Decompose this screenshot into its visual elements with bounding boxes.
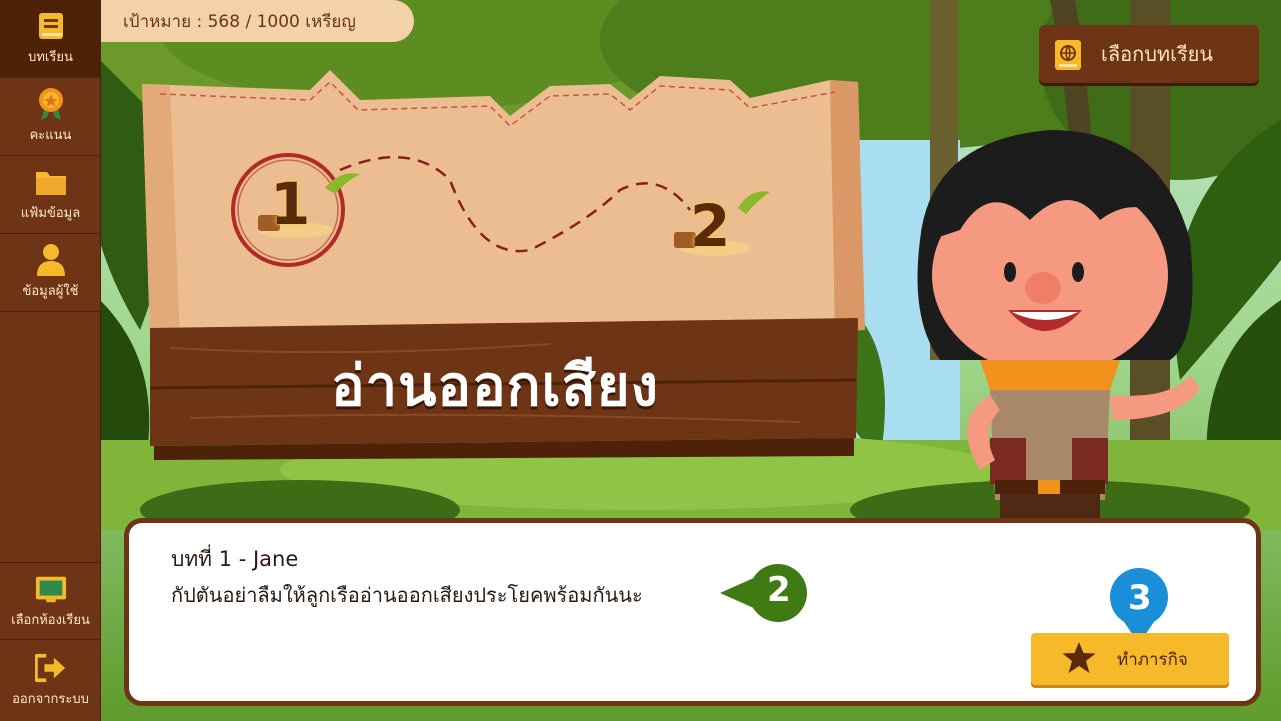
activity-title: อ่านออกเสียง (330, 353, 659, 419)
sidebar-item-label: เลือกห้องเรียน (11, 612, 90, 628)
choose-lesson-button[interactable]: เลือกบทเรียน (1039, 25, 1259, 83)
sidebar-item-user-info[interactable]: ข้อมูลผู้ใช้ (0, 234, 101, 312)
sidebar-item-label: คะแนน (29, 128, 72, 143)
sidebar-item-label: ออกจากระบบ (12, 692, 89, 707)
globe-book-icon (1053, 39, 1083, 70)
tutorial-marker-2-number: 2 (767, 570, 791, 610)
lesson-name: บทที่ 1 - Jane (171, 547, 299, 571)
map-stop-2[interactable]: 2 (690, 192, 730, 260)
start-mission-label: ทำภารกิจ (1117, 649, 1188, 670)
medal-icon (35, 88, 67, 120)
guide-character (917, 130, 1200, 540)
sidebar-item-select-classroom[interactable]: เลือกห้องเรียน (0, 562, 101, 640)
sidebar: บทเรียน คะแนน แฟ้มข้อมูล ข้อมูลผู้ใช้ เล… (0, 0, 101, 721)
sidebar-item-files[interactable]: แฟ้มข้อมูล (0, 156, 101, 234)
sidebar-item-label: ข้อมูลผู้ใช้ (22, 284, 79, 299)
map-stop-1[interactable]: 1 (270, 170, 310, 238)
sidebar-item-label: แฟ้มข้อมูล (20, 206, 81, 221)
user-icon (35, 244, 67, 276)
lesson-message: กัปตันอย่าลืมให้ลูกเรืออ่านออกเสียงประโย… (171, 583, 643, 607)
start-mission-button[interactable]: ทำภารกิจ (1031, 633, 1229, 685)
classroom-board-icon (35, 573, 67, 605)
sidebar-item-label: บทเรียน (28, 50, 73, 65)
sidebar-item-logout[interactable]: ออกจากระบบ (0, 640, 101, 721)
logout-icon (34, 652, 67, 684)
tutorial-marker-2 (720, 564, 807, 622)
coin-goal-indicator: เป้าหมาย : 568 / 1000 เหรียญ (101, 0, 414, 42)
tutorial-marker-3-number: 3 (1128, 578, 1152, 618)
sidebar-item-lessons[interactable]: บทเรียน (0, 0, 101, 78)
coin-goal-text: เป้าหมาย : 568 / 1000 เหรียญ (123, 11, 356, 32)
choose-lesson-label: เลือกบทเรียน (1101, 42, 1214, 66)
sidebar-item-score[interactable]: คะแนน (0, 78, 101, 156)
book-icon (35, 10, 67, 42)
folder-icon (35, 166, 67, 198)
star-icon (1061, 641, 1097, 677)
